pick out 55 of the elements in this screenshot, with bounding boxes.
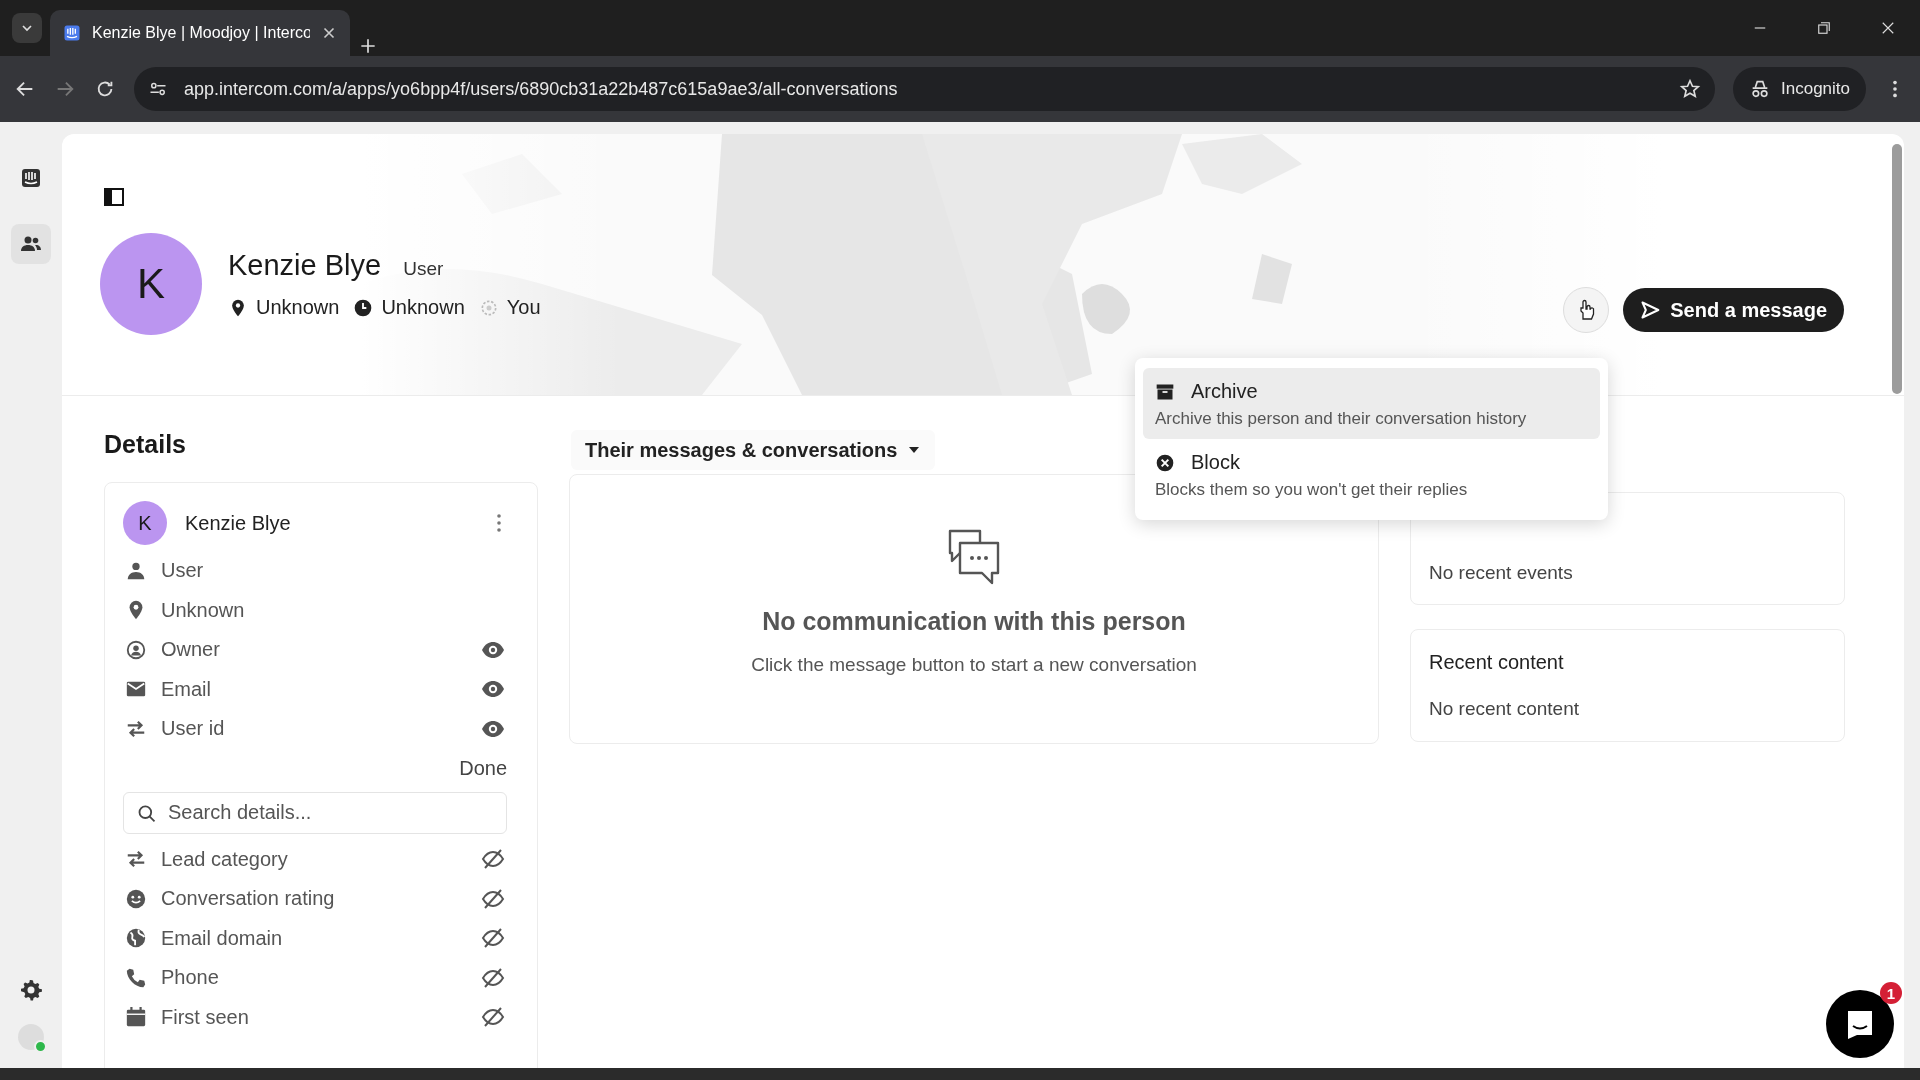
send-icon xyxy=(1640,300,1661,320)
filter-dropdown[interactable]: Their messages & conversations xyxy=(571,430,936,470)
attribute-label: Phone xyxy=(161,966,220,990)
attribute-label: First seen xyxy=(161,1005,250,1029)
empty-state-title: No communication with this person xyxy=(762,607,1186,636)
role-label: User xyxy=(403,258,444,280)
tab-search-button[interactable] xyxy=(12,13,42,43)
search-icon xyxy=(137,802,157,823)
favicon-icon xyxy=(62,23,82,43)
restore-icon[interactable] xyxy=(1815,19,1833,37)
menu-item[interactable]: Archive Archive this person and their conversation history xyxy=(1143,368,1600,439)
attribute-label: Lead category xyxy=(161,847,289,871)
empty-state-text: Click the message button to start a new conversation xyxy=(751,654,1197,676)
send-message-button[interactable]: Send a message xyxy=(1623,288,1844,332)
inbox-icon xyxy=(19,166,43,190)
globe-icon xyxy=(125,927,147,950)
block-icon xyxy=(1155,452,1175,473)
smiley-icon xyxy=(125,887,147,910)
empty-text: No recent events xyxy=(1429,562,1574,584)
notification-badge: 1 xyxy=(1880,982,1902,1004)
chat-bubbles-icon xyxy=(946,527,1002,585)
incognito-icon xyxy=(1749,78,1771,100)
card-title: Recent content xyxy=(1429,651,1565,674)
avatar: K xyxy=(123,501,167,545)
section-heading: Details xyxy=(104,430,187,460)
search-field[interactable]: Search details... xyxy=(123,791,507,834)
attribute-label: User id xyxy=(161,717,226,741)
menu-item[interactable]: Block Blocks them so you won't get their replies xyxy=(1143,439,1600,510)
avatar: K xyxy=(100,233,202,335)
person-name: Kenzie Blye xyxy=(185,511,292,535)
attribute-label: Email xyxy=(161,677,212,701)
meta-text: Unknown xyxy=(256,296,340,319)
attribute-label: Conversation rating xyxy=(161,887,336,911)
done-button[interactable]: Done xyxy=(459,752,507,784)
meta-text: Unknown xyxy=(381,296,465,319)
sidebar-toggle-button[interactable] xyxy=(102,185,126,209)
person-name: Kenzie Blye xyxy=(228,249,382,282)
meta-text: You xyxy=(506,296,541,319)
empty-text: No recent content xyxy=(1429,698,1580,720)
attribute-label: Email domain xyxy=(161,926,284,950)
nav-item[interactable] xyxy=(11,224,51,264)
settings-icon xyxy=(19,978,43,1002)
incognito-button[interactable]: Incognito xyxy=(1733,67,1866,111)
new-tab-icon[interactable] xyxy=(358,36,378,56)
person-circle-icon xyxy=(125,638,147,661)
attribute-label: Owner xyxy=(161,638,221,662)
chat-icon xyxy=(1845,1008,1875,1040)
attribute-label: Unknown xyxy=(161,598,246,622)
address-bar[interactable]: app.intercom.com/a/apps/yo6bpp4f/users/6890cb31a22b487c615a9ae3/all-conversations xyxy=(134,67,1715,111)
bookmark-star-icon[interactable] xyxy=(1679,78,1701,100)
calendar-icon xyxy=(125,1006,147,1029)
clock-icon xyxy=(353,297,374,318)
attribute-label: User xyxy=(161,559,205,583)
phone-icon xyxy=(125,966,147,989)
scrollbar[interactable] xyxy=(1892,144,1902,394)
